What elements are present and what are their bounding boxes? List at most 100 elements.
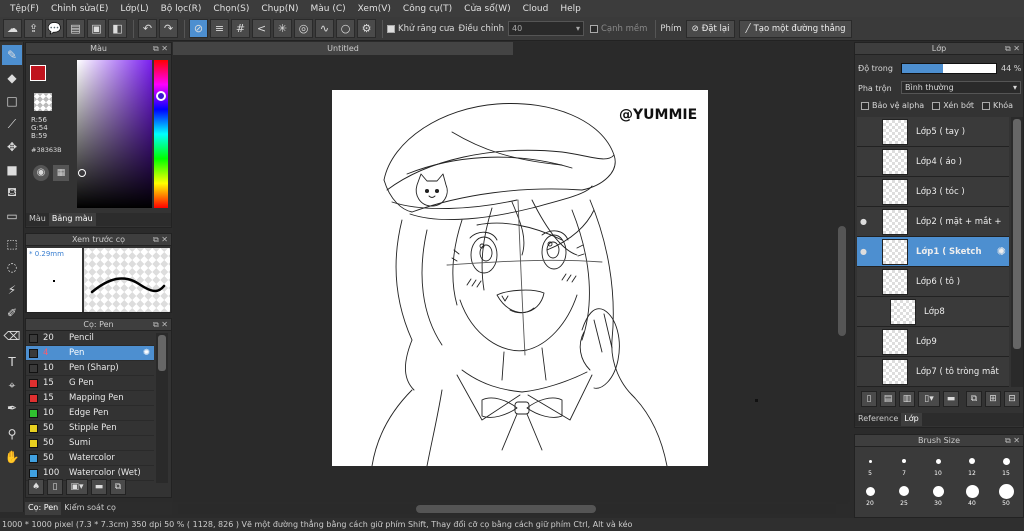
menu-cloud[interactable]: Cloud — [517, 4, 555, 14]
opacity-slider[interactable] — [901, 63, 997, 74]
brush-tool-icon[interactable]: ⟋ — [2, 114, 22, 134]
new-layer-icon[interactable]: ▯ — [861, 391, 877, 407]
menu-help[interactable]: Help — [554, 4, 587, 14]
menu-layer[interactable]: Lớp(L) — [114, 4, 154, 14]
divide-tool-icon[interactable]: ⌖ — [2, 375, 22, 395]
visibility-icon[interactable]: ● — [857, 217, 870, 226]
visibility-icon[interactable]: ● — [857, 247, 870, 256]
copy-icon[interactable]: ⧉ — [110, 479, 126, 495]
new-halftone-layer-icon[interactable]: ▥ — [899, 391, 915, 407]
menu-filter[interactable]: Bộ lọc(R) — [155, 4, 208, 14]
reset-button[interactable]: ⊘ Đặt lại — [685, 19, 736, 38]
brush-list-item[interactable]: 50 Watercolor — [26, 451, 154, 466]
pen-tool-icon[interactable]: ✎ — [2, 45, 22, 65]
parallel-snap-icon[interactable]: ≡ — [210, 19, 229, 38]
snap-off-icon[interactable]: ⊘ — [189, 19, 208, 38]
canvas-vscrollbar[interactable] — [836, 56, 848, 504]
merge-layer-icon[interactable]: ⊞ — [985, 391, 1001, 407]
layer-item[interactable]: ● Lớp2 ( mặt + mắt + — [857, 207, 1009, 237]
lock-checkbox[interactable]: Khóa — [981, 101, 1013, 110]
tab-brush[interactable]: Cọ: Pen — [25, 502, 62, 515]
brush-list-item[interactable]: 10 Edge Pen — [26, 406, 154, 421]
brush-new-icon[interactable]: ▯ — [47, 479, 63, 495]
layer-item[interactable]: Lớp8 — [857, 297, 1009, 327]
undo-icon[interactable]: ↶ — [138, 19, 157, 38]
tab-reference[interactable]: Reference — [855, 413, 901, 426]
brush-size-dot[interactable] — [1002, 457, 1010, 465]
soft-edge-checkbox[interactable]: Cạnh mềm — [589, 24, 647, 34]
brush-size-dot[interactable] — [969, 458, 975, 464]
bucket-tool-icon[interactable]: ⛾ — [2, 183, 22, 203]
vscroll-thumb[interactable] — [838, 226, 846, 336]
brush-menu-icon[interactable]: ▣▾ — [66, 479, 88, 495]
layer-list-scrollbar[interactable] — [1011, 117, 1023, 387]
brush-size-dot[interactable] — [868, 459, 872, 463]
straight-line-button[interactable]: ╱ Tạo một đường thẳng — [739, 19, 852, 38]
brush-list-item[interactable]: 4 Pen ✺ — [26, 346, 154, 361]
gear-icon[interactable]: ✺ — [143, 348, 150, 358]
brush-size-dot[interactable] — [998, 483, 1014, 499]
brush-list-item[interactable]: 15 Mapping Pen — [26, 391, 154, 406]
blend-select[interactable]: Bình thường ▾ — [901, 81, 1021, 94]
protect-alpha-checkbox[interactable]: Bảo vệ alpha — [861, 101, 924, 110]
comment-icon[interactable]: 💬 — [45, 19, 64, 38]
brush-size-dot[interactable] — [865, 486, 875, 496]
snap-settings-icon[interactable]: ⚙ — [357, 19, 376, 38]
folder-icon[interactable]: ▬ — [943, 391, 959, 407]
menu-window[interactable]: Cửa sổ(W) — [458, 4, 516, 14]
tab-layer[interactable]: Lớp — [901, 413, 922, 426]
menu-edit[interactable]: Chỉnh sửa(E) — [45, 4, 114, 14]
brush-list-scrollbar[interactable] — [156, 333, 168, 483]
new-raster-layer-icon[interactable]: ▤ — [880, 391, 896, 407]
magic-wand-icon[interactable]: ⚡ — [2, 280, 22, 300]
select-rect-icon[interactable]: ⬚ — [2, 234, 22, 254]
tab-color[interactable]: Màu — [26, 213, 49, 226]
color-history-icon[interactable]: ▦ — [53, 165, 69, 181]
eyedropper-tool-icon[interactable]: ✒ — [2, 398, 22, 418]
concentric-snap-icon[interactable]: ◎ — [294, 19, 313, 38]
layer-menu-icon[interactable]: ▯▾ — [918, 391, 940, 407]
gradient-tool-icon[interactable]: ▭ — [2, 206, 22, 226]
brush-size-dot[interactable] — [965, 484, 979, 498]
menu-tools[interactable]: Công cụ(T) — [397, 4, 458, 14]
layer-item[interactable]: Lớp6 ( tô ) — [857, 267, 1009, 297]
sv-cursor[interactable] — [78, 169, 86, 177]
export-icon[interactable]: ⇪ — [24, 19, 43, 38]
perspective-snap-icon[interactable]: < — [252, 19, 271, 38]
text-tool-icon[interactable]: T — [2, 352, 22, 372]
layer-settings-icon[interactable]: ⊟ — [1004, 391, 1020, 407]
scrollbar-thumb[interactable] — [1013, 119, 1021, 349]
gear-icon[interactable]: ✺ — [997, 245, 1006, 258]
saturation-value-picker[interactable] — [77, 60, 152, 208]
eraser-tool-icon[interactable]: ◆ — [2, 68, 22, 88]
grid-snap-icon[interactable]: # — [231, 19, 250, 38]
hue-slider[interactable] — [154, 60, 168, 208]
folder-icon[interactable]: ▬ — [91, 479, 107, 495]
menu-view[interactable]: Xem(V) — [352, 4, 397, 14]
radial-snap-icon[interactable]: ✳ — [273, 19, 292, 38]
move-tool-icon[interactable]: ✥ — [2, 137, 22, 157]
drawing-canvas[interactable]: @YUMMIE — [332, 90, 708, 466]
brush-list-item[interactable]: 20 Pencil — [26, 331, 154, 346]
panel-controls-icon[interactable]: ⧉ ✕ — [153, 43, 168, 55]
dropper-tool-icon[interactable]: ⚲ — [2, 424, 22, 444]
tab-brush-control[interactable]: Kiểm soát cọ — [61, 502, 119, 515]
duplicate-layer-icon[interactable]: ⧉ — [966, 391, 982, 407]
circle-snap-icon[interactable]: ○ — [336, 19, 355, 38]
panel-controls-icon[interactable]: ⧉ ✕ — [153, 319, 168, 331]
document-tab[interactable]: Untitled — [173, 42, 513, 55]
brush-settings-icon[interactable]: ◧ — [108, 19, 127, 38]
select-eraser-icon[interactable]: ⌫ — [2, 326, 22, 346]
brush-size-dot[interactable] — [902, 459, 906, 463]
layer-item[interactable]: Lớp7 ( tô tròng mắt — [857, 357, 1009, 387]
curve-snap-icon[interactable]: ∿ — [315, 19, 334, 38]
adjust-select[interactable]: 40 ▾ — [507, 21, 584, 36]
layer-item[interactable]: Lớp4 ( áo ) — [857, 147, 1009, 177]
hscroll-thumb[interactable] — [416, 505, 596, 513]
menu-select[interactable]: Chọn(S) — [207, 4, 255, 14]
layer-item[interactable]: Lớp3 ( tóc ) — [857, 177, 1009, 207]
menu-color[interactable]: Màu (C) — [305, 4, 352, 14]
palette-icon[interactable]: ◉ — [33, 165, 49, 181]
antialias-checkbox[interactable]: Khử răng cưa — [387, 24, 455, 34]
panel-controls-icon[interactable]: ⧉ ✕ — [1005, 43, 1020, 55]
